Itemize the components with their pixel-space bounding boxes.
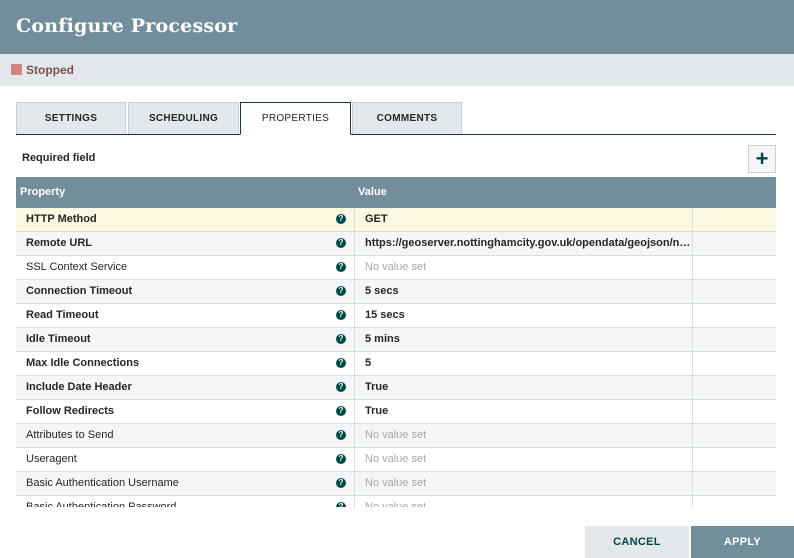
column-divider [354, 424, 355, 448]
tab-comments[interactable]: COMMENTS [352, 102, 462, 134]
property-name: Include Date Header [26, 381, 132, 393]
property-name: Remote URL [26, 237, 93, 249]
table-row[interactable]: Useragent? No value set [16, 448, 776, 472]
column-divider [692, 400, 693, 424]
property-value[interactable]: True [365, 381, 693, 393]
column-divider [354, 328, 355, 352]
property-value[interactable]: No value set [365, 453, 693, 465]
column-divider [692, 472, 693, 496]
help-icon[interactable]: ? [336, 430, 346, 440]
help-icon[interactable]: ? [336, 406, 346, 416]
help-icon[interactable]: ? [336, 334, 346, 344]
status-text: Stopped [26, 63, 74, 77]
table-row[interactable]: Attributes to Send? No value set [16, 424, 776, 448]
column-divider [354, 232, 355, 256]
table-row[interactable]: Idle Timeout? 5 mins [16, 328, 776, 352]
table-row[interactable]: Basic Authentication Password? No value s… [16, 496, 776, 507]
cancel-button[interactable]: CANCEL [585, 526, 689, 558]
property-value[interactable]: No value set [365, 261, 693, 273]
property-value[interactable]: GET [365, 213, 693, 225]
property-value[interactable]: https://geoserver.nottinghamcity.gov.uk/… [365, 237, 693, 249]
help-icon[interactable]: ? [336, 310, 346, 320]
table-row[interactable]: HTTP Method? GET [16, 208, 776, 232]
tab-scheduling[interactable]: SCHEDULING [128, 102, 239, 134]
tab-settings[interactable]: SETTINGS [16, 102, 126, 134]
help-icon[interactable]: ? [336, 262, 346, 272]
property-name: Useragent [26, 453, 77, 465]
property-name: HTTP Method [26, 213, 97, 225]
add-property-button[interactable]: + [748, 145, 776, 173]
dialog-title: Configure Processor [16, 15, 238, 37]
column-header-value[interactable]: Value [358, 186, 387, 198]
table-row[interactable]: Remote URL? https://geoserver.nottinghamc… [16, 232, 776, 256]
column-divider [692, 424, 693, 448]
property-value[interactable]: 5 [365, 357, 693, 369]
required-field-label: Required field [22, 152, 96, 164]
column-divider [692, 328, 693, 352]
status-bar [0, 54, 794, 86]
column-divider [354, 472, 355, 496]
column-divider [692, 232, 693, 256]
help-icon[interactable]: ? [336, 214, 346, 224]
column-divider [692, 448, 693, 472]
column-divider [692, 256, 693, 280]
help-icon[interactable]: ? [336, 238, 346, 248]
table-row[interactable]: SSL Context Service? No value set [16, 256, 776, 280]
property-name: Follow Redirects [26, 405, 115, 417]
property-value[interactable]: No value set [365, 429, 693, 441]
tab-properties[interactable]: PROPERTIES [240, 102, 351, 135]
column-divider [692, 352, 693, 376]
property-name: Basic Authentication Username [26, 477, 179, 489]
table-row[interactable]: Max Idle Connections? 5 [16, 352, 776, 376]
column-divider [692, 280, 693, 304]
help-icon[interactable]: ? [336, 502, 346, 507]
configure-processor-dialog: Configure Processor Stopped SETTINGS SCH… [0, 0, 794, 558]
column-divider [354, 280, 355, 304]
column-header-property[interactable]: Property [20, 186, 65, 198]
column-divider [354, 352, 355, 376]
property-name: Connection Timeout [26, 285, 133, 297]
column-divider [354, 304, 355, 328]
help-icon[interactable]: ? [336, 454, 346, 464]
property-name: Max Idle Connections [26, 357, 140, 369]
tab-bar: SETTINGS SCHEDULING PROPERTIES COMMENTS [16, 102, 776, 135]
plus-icon: + [755, 146, 769, 171]
property-value[interactable]: No value set [365, 477, 693, 489]
property-value[interactable]: 5 mins [365, 333, 693, 345]
property-name: Basic Authentication Password [26, 501, 177, 507]
column-divider [354, 400, 355, 424]
help-icon[interactable]: ? [336, 286, 346, 296]
table-row[interactable]: Connection Timeout? 5 secs [16, 280, 776, 304]
column-divider [354, 208, 355, 232]
stopped-icon [11, 64, 22, 75]
property-value[interactable]: True [365, 405, 693, 417]
property-value[interactable]: 15 secs [365, 309, 693, 321]
column-divider [692, 208, 693, 232]
property-name: Idle Timeout [26, 333, 91, 345]
table-header: Property Value [16, 177, 776, 208]
table-row[interactable]: Read Timeout? 15 secs [16, 304, 776, 328]
property-name: SSL Context Service [26, 261, 128, 273]
dialog-header: Configure Processor [0, 0, 794, 54]
apply-button[interactable]: APPLY [691, 526, 794, 558]
column-divider [692, 304, 693, 328]
column-divider [354, 376, 355, 400]
property-name: Attributes to Send [26, 429, 114, 441]
property-value[interactable]: 5 secs [365, 285, 693, 297]
help-icon[interactable]: ? [336, 382, 346, 392]
properties-table: Property Value HTTP Method? GET Remote URL… [16, 177, 776, 507]
column-divider [354, 256, 355, 280]
help-icon[interactable]: ? [336, 358, 346, 368]
column-divider [354, 448, 355, 472]
table-body: HTTP Method? GET Remote URL? https://geoser… [16, 208, 776, 507]
table-row[interactable]: Follow Redirects? True [16, 400, 776, 424]
table-row[interactable]: Include Date Header? True [16, 376, 776, 400]
property-value[interactable]: No value set [365, 501, 693, 507]
property-name: Read Timeout [26, 309, 99, 321]
help-icon[interactable]: ? [336, 478, 346, 488]
column-divider [354, 496, 355, 507]
column-divider [692, 496, 693, 507]
table-row[interactable]: Basic Authentication Username? No value s… [16, 472, 776, 496]
column-divider [692, 376, 693, 400]
